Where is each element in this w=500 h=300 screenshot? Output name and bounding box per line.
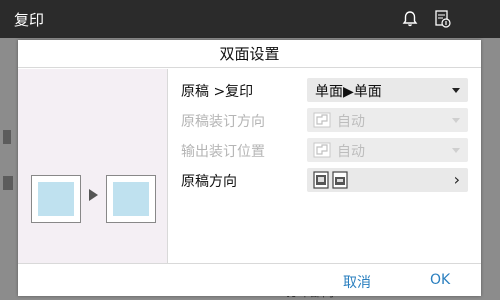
row-output-binding: 输出装订位置 自动 xyxy=(169,137,481,163)
output-binding-value: 自动 xyxy=(337,144,365,160)
original-orientation-button[interactable]: › xyxy=(307,168,468,192)
caret-down-icon xyxy=(452,88,460,93)
duplex-settings-dialog: 双面设置 原稿 >复印 单面▶单面 原稿装订方向 自动 输出装订位置 自动 原稿… xyxy=(18,40,481,296)
arrow-right-icon xyxy=(89,189,98,201)
copy-page-preview xyxy=(106,175,156,223)
binding-icon xyxy=(313,142,331,158)
original-page-preview xyxy=(31,175,81,223)
original-to-copy-label: 原稿 >复印 xyxy=(181,84,254,100)
top-bar: 复印 xyxy=(0,0,500,38)
original-binding-value: 自动 xyxy=(337,114,365,130)
ok-button[interactable]: OK xyxy=(430,272,450,288)
binding-icon xyxy=(313,112,331,128)
caret-down-icon xyxy=(452,118,460,123)
original-binding-dropdown: 自动 xyxy=(307,108,468,132)
dialog-footer: 取消 OK xyxy=(18,263,481,296)
chevron-right-icon: › xyxy=(453,170,460,189)
orientation-portrait-icon xyxy=(313,171,329,189)
row-original-to-copy: 原稿 >复印 单面▶单面 xyxy=(169,77,481,103)
row-original-orientation: 原稿方向 › xyxy=(169,167,481,193)
orientation-landscape-icon xyxy=(332,171,348,189)
notes-icon[interactable] xyxy=(430,7,454,31)
dialog-title: 双面设置 xyxy=(18,40,481,68)
output-binding-dropdown: 自动 xyxy=(307,138,468,162)
original-orientation-label: 原稿方向 xyxy=(181,174,237,190)
caret-down-icon xyxy=(452,148,460,153)
settings-panel: 原稿 >复印 单面▶单面 原稿装订方向 自动 输出装订位置 自动 原稿方向 › xyxy=(169,69,481,263)
output-binding-label: 输出装订位置 xyxy=(181,144,265,160)
app-title: 复印 xyxy=(14,11,45,29)
original-binding-label: 原稿装订方向 xyxy=(181,114,265,130)
row-original-binding: 原稿装订方向 自动 xyxy=(169,107,481,133)
duplex-preview xyxy=(18,69,168,263)
bell-icon[interactable] xyxy=(398,7,422,31)
cancel-button[interactable]: 取消 xyxy=(343,272,371,292)
original-to-copy-dropdown[interactable]: 单面▶单面 xyxy=(307,78,468,102)
original-to-copy-value: 单面▶单面 xyxy=(315,84,382,100)
